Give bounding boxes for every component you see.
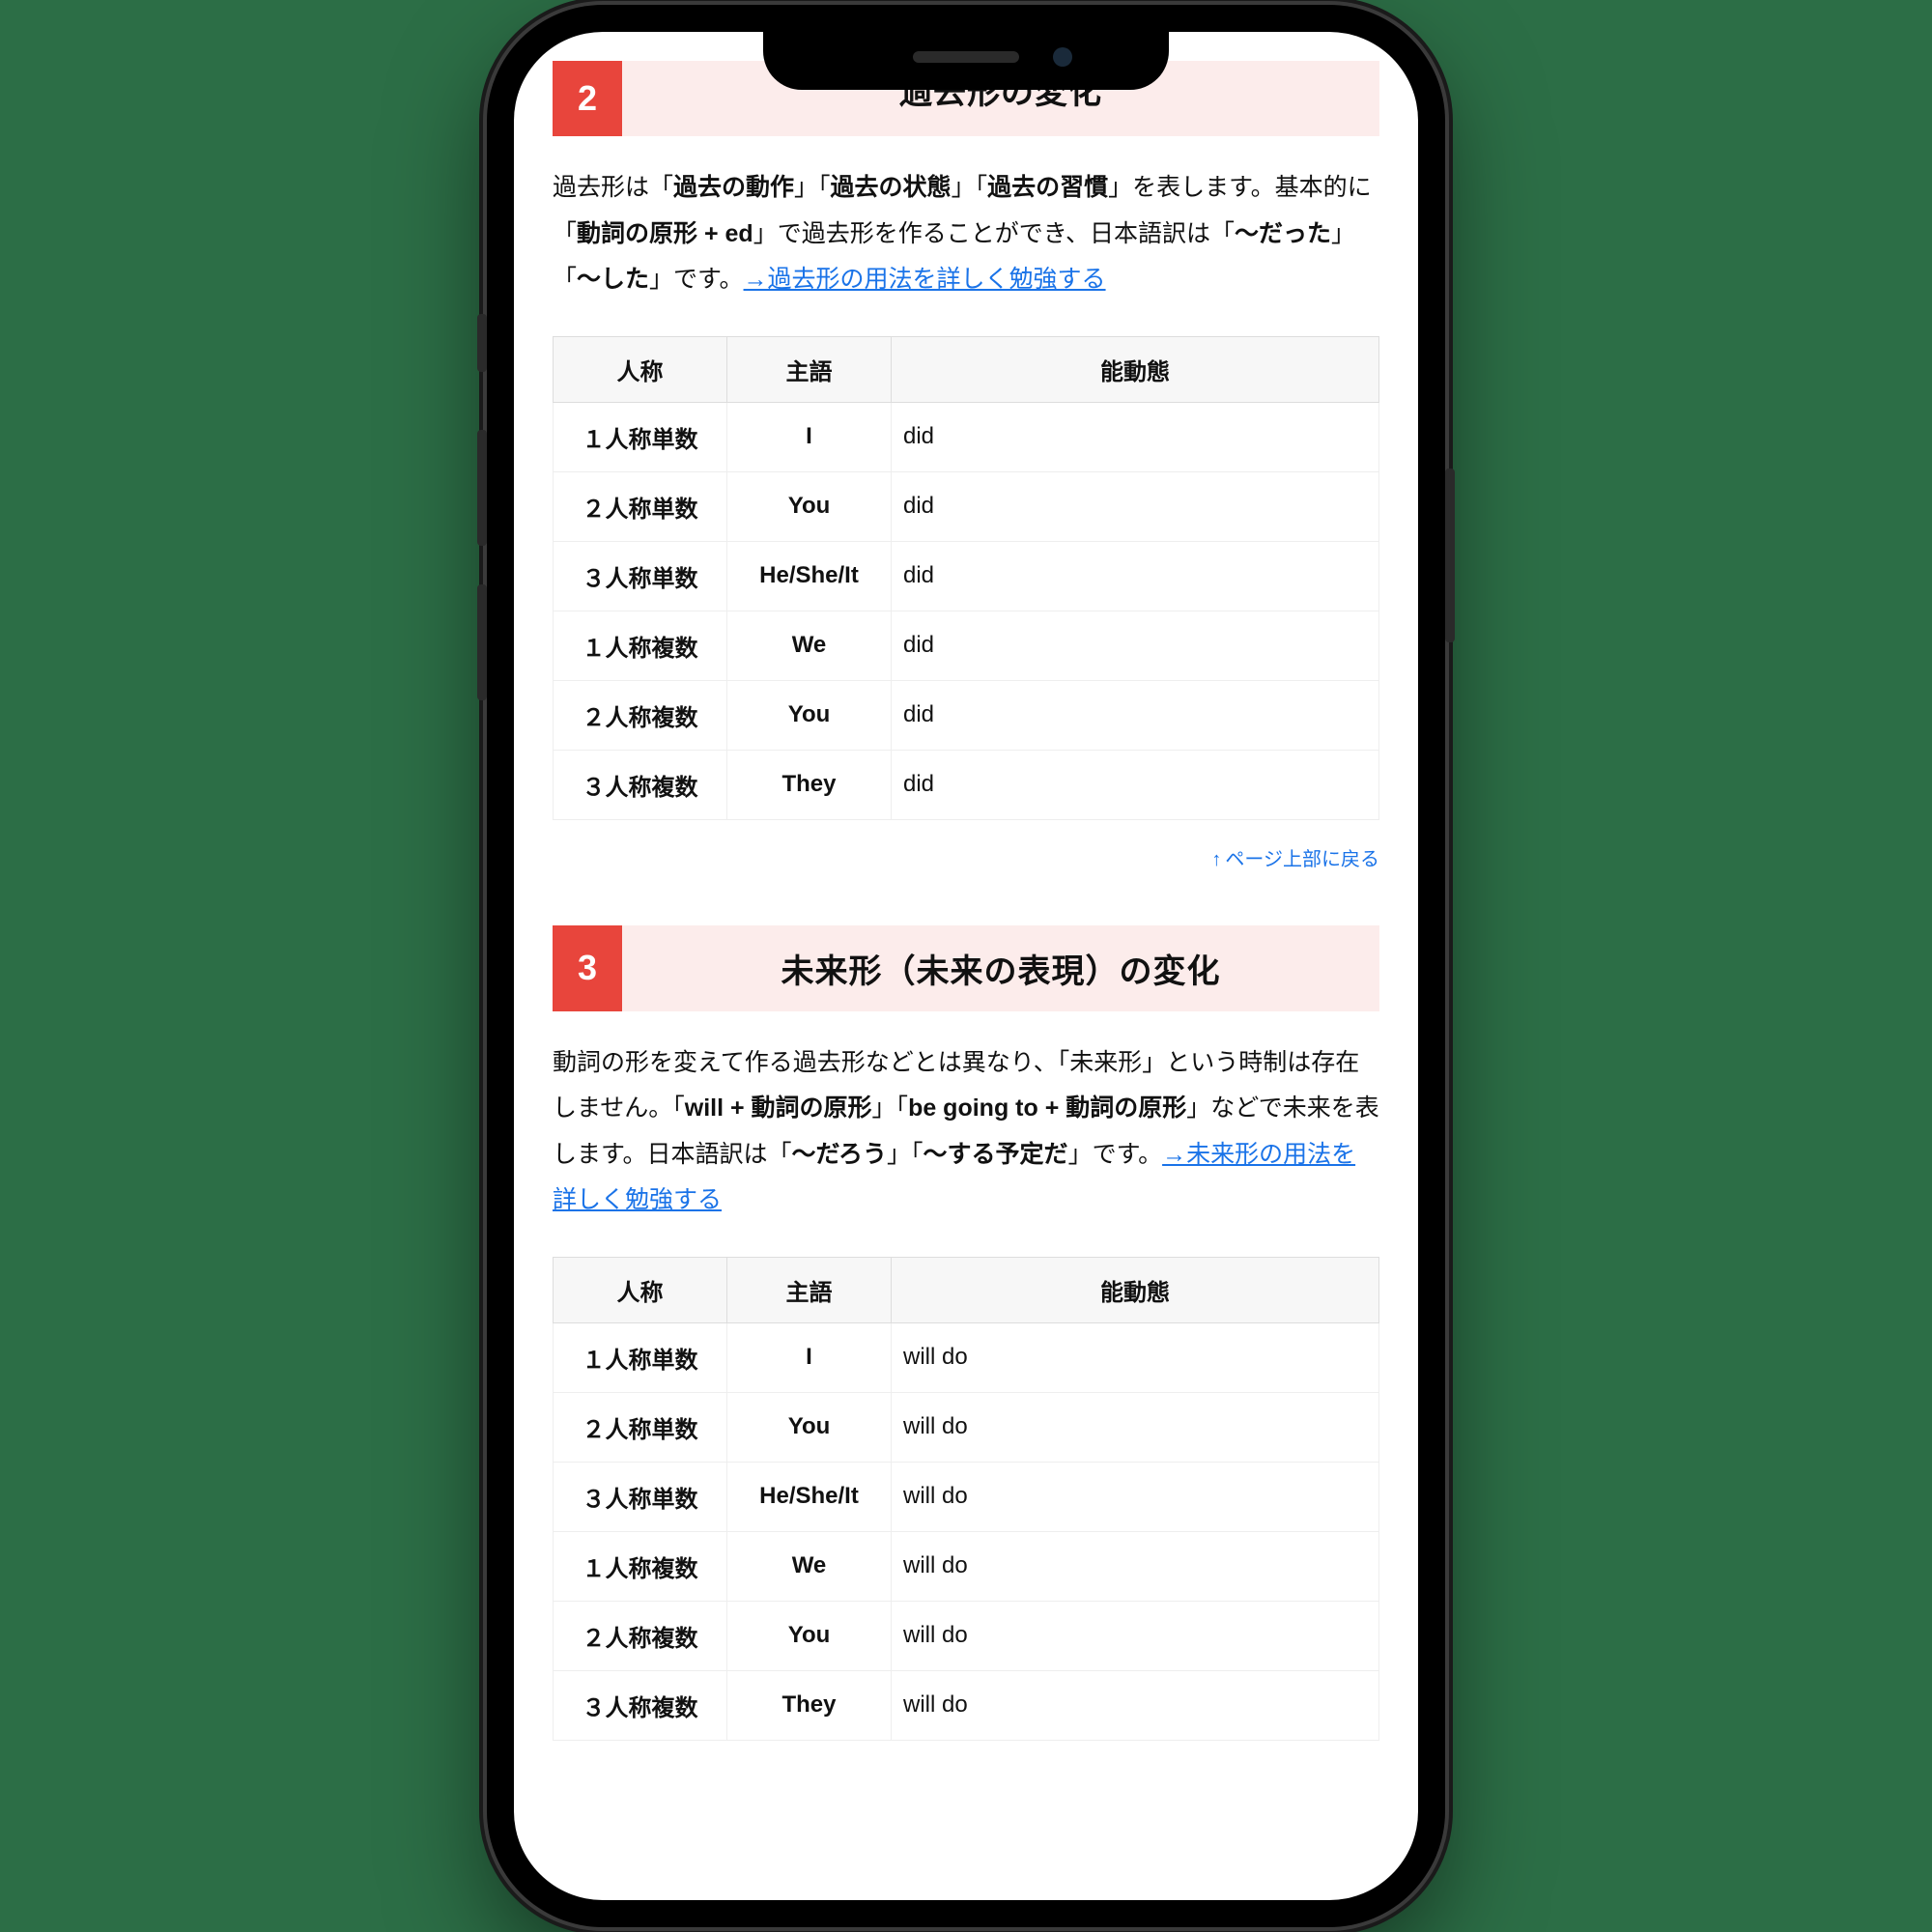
bold-text: 〜だった <box>1235 220 1331 247</box>
cell-subject: You <box>727 680 892 750</box>
cell-person: １人称単数 <box>554 402 727 471</box>
bold-text: 動詞の原形 + ed <box>577 220 753 247</box>
cell-person: ３人称単数 <box>554 541 727 611</box>
bold-text: 過去の習慣 <box>987 174 1108 201</box>
cell-subject: They <box>727 750 892 819</box>
text: 」「 <box>872 1094 909 1122</box>
cell-verb: did <box>892 541 1379 611</box>
future-tense-table: 人称 主語 能動態 １人称単数Iwill do ２人称単数Youwill do … <box>553 1257 1379 1741</box>
back-to-top-link[interactable]: ↑ページ上部に戻る <box>553 843 1379 871</box>
section-header-2: 2 過去形の変化 <box>553 61 1379 136</box>
cell-verb: will do <box>892 1670 1379 1740</box>
cell-person: ２人称単数 <box>554 1392 727 1462</box>
cell-subject: He/She/It <box>727 1462 892 1531</box>
arrow-up-icon: ↑ <box>1211 849 1221 870</box>
cell-person: ３人称複数 <box>554 1670 727 1740</box>
text: 」です。 <box>649 266 744 293</box>
cell-verb: did <box>892 750 1379 819</box>
cell-subject: You <box>727 1392 892 1462</box>
cell-verb: will do <box>892 1601 1379 1670</box>
text: 」「 <box>794 174 831 201</box>
th-voice: 能動態 <box>892 336 1379 402</box>
table-row: １人称複数Wedid <box>554 611 1379 680</box>
cell-subject: We <box>727 611 892 680</box>
table-row: ２人称複数Youwill do <box>554 1601 1379 1670</box>
cell-person: １人称複数 <box>554 611 727 680</box>
bold-text: 〜する予定だ <box>923 1141 1068 1168</box>
notch-speaker <box>913 51 1019 63</box>
table-row: ２人称複数Youdid <box>554 680 1379 750</box>
text: 」です。 <box>1068 1141 1163 1168</box>
table-header-row: 人称 主語 能動態 <box>554 1257 1379 1322</box>
text: 過去形は「 <box>553 174 673 201</box>
bold-text: be going to + 動詞の原形 <box>908 1094 1186 1122</box>
table-row: １人称単数Idid <box>554 402 1379 471</box>
cell-person: ２人称複数 <box>554 1601 727 1670</box>
section-title: 未来形（未来の表現）の変化 <box>622 925 1379 1011</box>
table-row: ３人称複数Theywill do <box>554 1670 1379 1740</box>
cell-verb: will do <box>892 1322 1379 1392</box>
cell-verb: did <box>892 611 1379 680</box>
bold-text: 過去の状態 <box>831 174 952 201</box>
cell-subject: You <box>727 471 892 541</box>
section-3-paragraph: 動詞の形を変えて作る過去形などとは異なり、「未来形」という時制は存在しません。「… <box>553 1040 1379 1224</box>
power-button <box>1445 469 1455 642</box>
section-header-3: 3 未来形（未来の表現）の変化 <box>553 925 1379 1011</box>
th-subject: 主語 <box>727 1257 892 1322</box>
cell-person: １人称単数 <box>554 1322 727 1392</box>
screen[interactable]: 2 過去形の変化 過去形は「過去の動作」「過去の状態」「過去の習慣」を表します。… <box>514 32 1418 1900</box>
section-number-badge: 2 <box>553 61 622 136</box>
table-row: ２人称単数Youdid <box>554 471 1379 541</box>
bold-text: 〜だろう <box>792 1141 888 1168</box>
th-person: 人称 <box>554 1257 727 1322</box>
text: 」「 <box>887 1141 923 1168</box>
cell-person: ３人称単数 <box>554 1462 727 1531</box>
bold-text: 〜した <box>577 266 649 293</box>
th-voice: 能動態 <box>892 1257 1379 1322</box>
table-row: ３人称単数He/She/Itdid <box>554 541 1379 611</box>
silence-switch <box>477 314 487 372</box>
table-row: ３人称複数Theydid <box>554 750 1379 819</box>
section-title: 過去形の変化 <box>622 61 1379 136</box>
cell-person: ２人称単数 <box>554 471 727 541</box>
table-row: １人称複数Wewill do <box>554 1531 1379 1601</box>
th-person: 人称 <box>554 336 727 402</box>
volume-up-button <box>477 430 487 546</box>
cell-verb: did <box>892 402 1379 471</box>
cell-verb: will do <box>892 1531 1379 1601</box>
section-number-badge: 3 <box>553 925 622 1011</box>
cell-subject: I <box>727 402 892 471</box>
cell-person: １人称複数 <box>554 1531 727 1601</box>
cell-subject: They <box>727 1670 892 1740</box>
cell-subject: He/She/It <box>727 541 892 611</box>
past-tense-table: 人称 主語 能動態 １人称単数Idid ２人称単数Youdid ３人称単数He/… <box>553 336 1379 820</box>
table-row: ３人称単数He/She/Itwill do <box>554 1462 1379 1531</box>
past-tense-detail-link[interactable]: →過去形の用法を詳しく勉強する <box>744 266 1106 293</box>
cell-verb: did <box>892 471 1379 541</box>
text: 」「 <box>952 174 988 201</box>
back-to-top-label: ページ上部に戻る <box>1225 849 1379 870</box>
bold-text: will + 動詞の原形 <box>685 1094 872 1122</box>
cell-subject: I <box>727 1322 892 1392</box>
table-row: ２人称単数Youwill do <box>554 1392 1379 1462</box>
text: 」で過去形を作ることができ、日本語訳は「 <box>753 220 1235 247</box>
cell-subject: We <box>727 1531 892 1601</box>
cell-verb: will do <box>892 1462 1379 1531</box>
cell-person: ３人称複数 <box>554 750 727 819</box>
bold-text: 過去の動作 <box>673 174 794 201</box>
phone-frame: 2 過去形の変化 過去形は「過去の動作」「過去の状態」「過去の習慣」を表します。… <box>487 5 1445 1927</box>
cell-verb: will do <box>892 1392 1379 1462</box>
notch-camera <box>1053 47 1072 67</box>
table-header-row: 人称 主語 能動態 <box>554 336 1379 402</box>
cell-verb: did <box>892 680 1379 750</box>
cell-person: ２人称複数 <box>554 680 727 750</box>
table-row: １人称単数Iwill do <box>554 1322 1379 1392</box>
th-subject: 主語 <box>727 336 892 402</box>
page-content: 2 過去形の変化 過去形は「過去の動作」「過去の状態」「過去の習慣」を表します。… <box>514 32 1418 1741</box>
section-2-paragraph: 過去形は「過去の動作」「過去の状態」「過去の習慣」を表します。基本的に「動詞の原… <box>553 165 1379 303</box>
volume-down-button <box>477 584 487 700</box>
cell-subject: You <box>727 1601 892 1670</box>
